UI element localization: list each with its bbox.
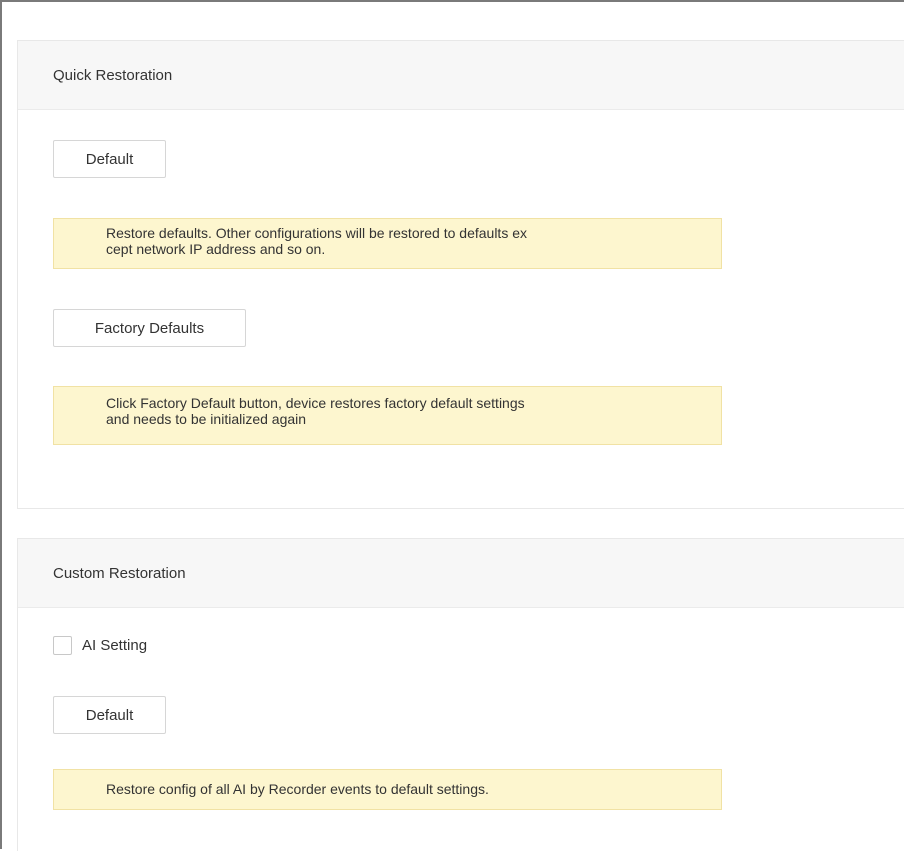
page-frame: Quick Restoration Default Restore defaul…: [0, 0, 904, 851]
custom-restoration-header: Custom Restoration: [18, 539, 904, 608]
default-note: Restore defaults. Other configurations w…: [53, 218, 722, 269]
quick-restoration-title: Quick Restoration: [53, 66, 173, 84]
factory-defaults-note: Click Factory Default button, device res…: [53, 386, 722, 445]
default-button[interactable]: Default: [53, 140, 166, 178]
quick-restoration-header: Quick Restoration: [18, 41, 904, 110]
custom-default-button[interactable]: Default: [53, 696, 166, 734]
ai-setting-checkbox[interactable]: [53, 636, 72, 655]
ai-setting-checkbox-row[interactable]: AI Setting: [53, 636, 147, 655]
quick-restoration-panel: Quick Restoration Default Restore defaul…: [17, 40, 904, 509]
ai-setting-label: AI Setting: [82, 637, 148, 654]
custom-restoration-panel: Custom Restoration AI Setting Default Re…: [17, 538, 904, 851]
custom-default-note: Restore config of all AI by Recorder eve…: [53, 769, 722, 810]
custom-restoration-title: Custom Restoration: [53, 564, 186, 582]
factory-defaults-button[interactable]: Factory Defaults: [53, 309, 246, 347]
